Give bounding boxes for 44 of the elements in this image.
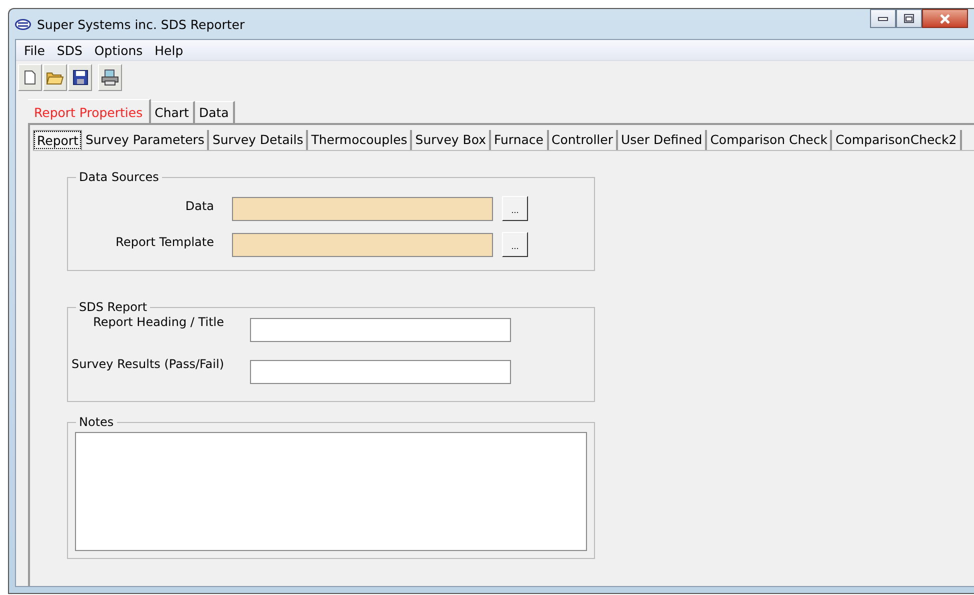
- input-field[interactable]: [250, 360, 511, 384]
- group-title: SDS Report: [76, 300, 150, 314]
- blank-page-icon: [24, 70, 36, 85]
- close-button[interactable]: [922, 9, 968, 28]
- tab[interactable]: User Defined: [618, 130, 708, 150]
- minimize-button[interactable]: [870, 9, 896, 28]
- minimize-icon: [878, 16, 888, 20]
- toolbar-button[interactable]: [68, 64, 92, 91]
- menu-item[interactable]: Options: [88, 42, 149, 58]
- app-logo-icon: [15, 18, 31, 30]
- tab[interactable]: Survey Box: [412, 130, 491, 150]
- group-title: Data Sources: [76, 170, 162, 184]
- input-field[interactable]: [232, 196, 493, 220]
- browse-button[interactable]: ...: [502, 232, 528, 257]
- printer-icon: [101, 69, 119, 86]
- field-label: Survey Results (Pass/Fail): [70, 357, 224, 371]
- toolbar-button[interactable]: [18, 64, 42, 91]
- menu-item[interactable]: File: [18, 42, 51, 58]
- tab[interactable]: Survey Details: [209, 130, 308, 150]
- menu-item[interactable]: SDS: [50, 42, 88, 58]
- tab[interactable]: Survey Parameters: [82, 130, 210, 150]
- field-label: Report Heading / Title: [92, 315, 224, 329]
- group-title: Notes: [76, 415, 117, 429]
- window-title: Super Systems inc. SDS Reporter: [37, 16, 245, 32]
- tab[interactable]: ComparisonCheck2: [832, 130, 962, 150]
- tab[interactable]: Furnace: [491, 130, 548, 150]
- tab[interactable]: Controller: [548, 130, 618, 150]
- browse-button[interactable]: ...: [502, 196, 528, 221]
- notes-field[interactable]: [75, 432, 587, 551]
- input-field[interactable]: [250, 318, 511, 342]
- toolbar-button[interactable]: [98, 64, 122, 91]
- folder-icon: [46, 70, 64, 85]
- maximize-button[interactable]: [896, 9, 922, 28]
- field-label: Report Template: [114, 234, 215, 248]
- menu-item[interactable]: Help: [148, 42, 190, 58]
- tab[interactable]: Data: [194, 101, 235, 123]
- field-label: Data: [184, 198, 215, 212]
- tab[interactable]: Chart: [150, 101, 195, 123]
- tab[interactable]: Comparison Check: [707, 130, 832, 150]
- tab[interactable]: Thermocouples: [308, 130, 412, 150]
- input-field[interactable]: [232, 232, 493, 256]
- maximize-icon: [904, 14, 914, 23]
- tab[interactable]: Report: [33, 130, 82, 150]
- close-icon: [939, 14, 951, 24]
